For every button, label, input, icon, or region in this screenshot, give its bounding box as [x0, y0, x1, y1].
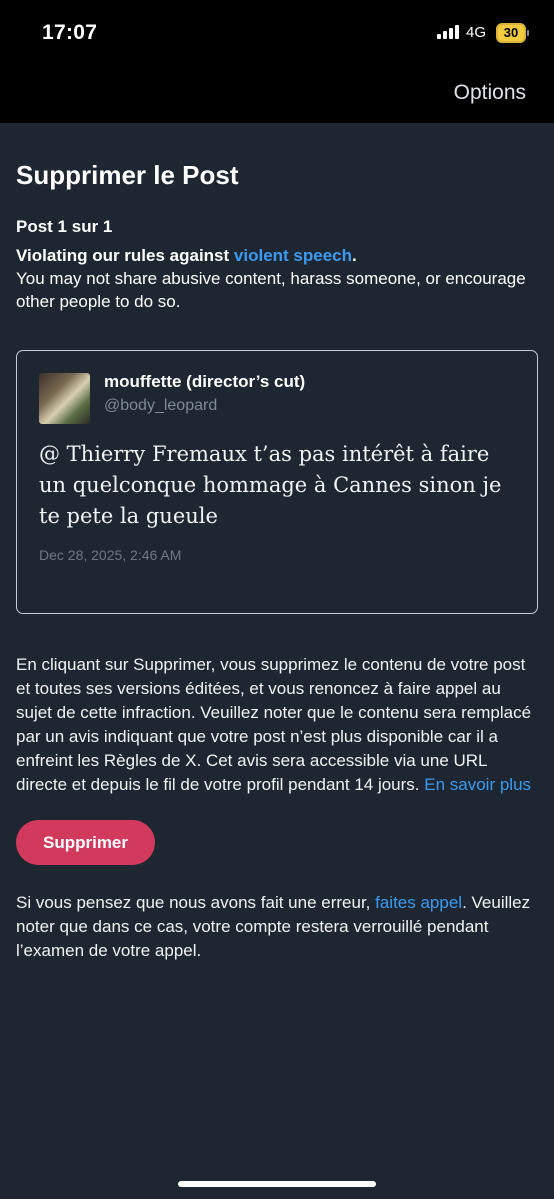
tweet-text: @ Thierry Fremaux t’as pas intérêt à fai… [39, 442, 502, 528]
signal-icon [437, 25, 459, 39]
violation-prefix: Violating our rules against [16, 246, 234, 265]
page-title: Supprimer le Post [16, 160, 239, 190]
tweet-date: Dec 28, 2025, 2:46 AM [39, 547, 182, 563]
appeal-prefix: Si vous pensez que nous avons fait une e… [16, 893, 376, 912]
network-type: 4G [466, 24, 487, 41]
battery-icon: 30 [496, 23, 529, 43]
status-time: 17:07 [42, 21, 98, 44]
post-count: Post 1 sur 1 [16, 217, 113, 236]
tweet-author-handle: @body_leopard [104, 397, 218, 414]
violation-description: You may not share abusive content, haras… [16, 269, 526, 311]
tweet-author-name: mouffette (director’s cut) [104, 372, 306, 391]
avatar [39, 373, 90, 424]
delete-button[interactable]: Supprimer [16, 820, 155, 865]
violation-suffix: . [352, 246, 357, 265]
home-indicator[interactable] [178, 1181, 376, 1187]
options-button[interactable]: Options [454, 81, 526, 105]
appeal-info: Si vous pensez que nous avons fait une e… [16, 891, 538, 963]
status-bar: 17:07 4G 30 [0, 0, 554, 68]
main-content: Supprimer le Post Post 1 sur 1 Violating… [16, 123, 538, 963]
learn-more-link[interactable]: En savoir plus [424, 775, 531, 794]
deletion-info: En cliquant sur Supprimer, vous supprime… [16, 653, 538, 797]
violent-speech-link[interactable]: violent speech [234, 246, 352, 265]
appeal-link[interactable]: faites appel [375, 893, 462, 912]
deletion-info-text: En cliquant sur Supprimer, vous supprime… [16, 655, 532, 794]
violation-notice: Violating our rules against violent spee… [16, 244, 538, 313]
nav-bar: Options [0, 68, 554, 123]
tweet-card: mouffette (director’s cut) @body_leopard… [16, 350, 538, 614]
